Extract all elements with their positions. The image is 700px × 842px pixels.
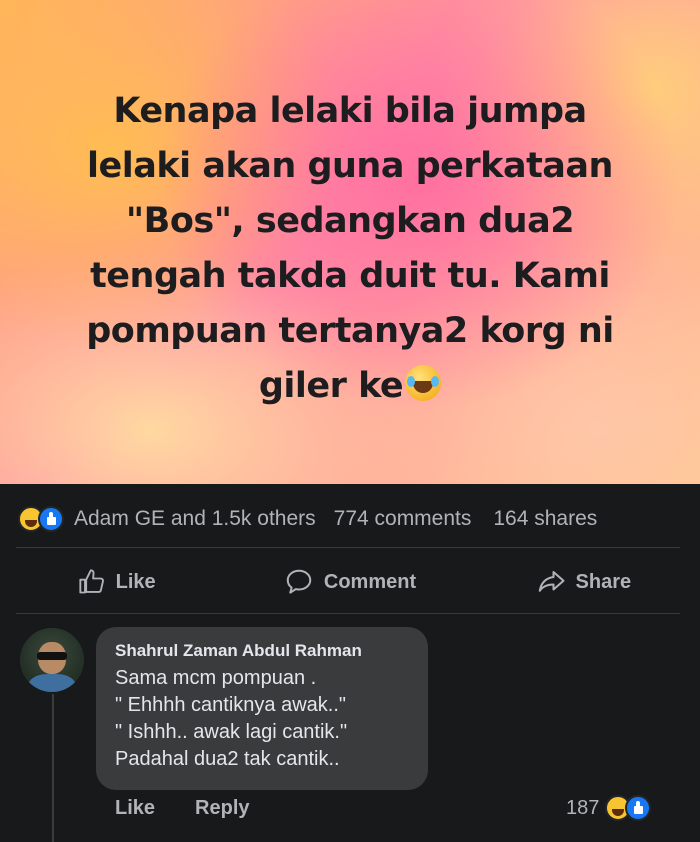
avatar-body	[28, 674, 76, 692]
like-reaction-icon	[625, 795, 652, 821]
shares-count-link[interactable]: 164 shares	[493, 507, 597, 531]
speech-bubble-icon	[286, 569, 312, 594]
comment-line: " Ehhhh cantiknya awak.."	[115, 694, 346, 716]
divider	[16, 613, 680, 614]
comment-like-button[interactable]: Like	[115, 797, 155, 820]
avatar-sunglasses	[37, 652, 67, 660]
like-reaction-icon	[38, 506, 64, 532]
like-button[interactable]: Like	[0, 558, 233, 606]
share-button[interactable]: Share	[467, 558, 700, 606]
reaction-icons[interactable]	[18, 506, 64, 532]
reactions-summary-link[interactable]: Adam GE and 1.5k others	[74, 507, 316, 531]
avatar[interactable]	[20, 628, 84, 692]
share-button-label: Share	[575, 570, 632, 593]
comment-author[interactable]: Shahrul Zaman Abdul Rahman	[115, 641, 409, 661]
post-text-line: "Bos", sedangkan dua2	[125, 201, 575, 241]
post-text-last-line: giler ke	[40, 359, 660, 414]
comment-line: " Ishhh.. awak lagi cantik."	[115, 721, 348, 743]
comment-actions: Like Reply	[115, 797, 290, 820]
comment-line: Sama mcm pompuan .	[115, 667, 317, 689]
thread-line	[52, 694, 54, 842]
comment-button[interactable]: Comment	[233, 558, 466, 606]
comment-reply-button[interactable]: Reply	[195, 797, 249, 820]
comments-count-link[interactable]: 774 comments	[334, 507, 472, 531]
post-action-bar: Like Comment Share	[0, 558, 700, 606]
thumbs-up-icon	[79, 569, 104, 594]
post-text-line: tengah takda duit tu. Kami	[90, 256, 610, 296]
like-button-label: Like	[115, 570, 156, 593]
post-text-line: pompuan tertanya2 korg ni	[86, 311, 614, 351]
comment-reaction-count[interactable]: 187	[566, 795, 652, 821]
comment-button-label: Comment	[323, 570, 417, 593]
post-text-line: giler ke	[258, 366, 404, 406]
share-arrow-icon	[538, 571, 565, 592]
post-text: Kenapa lelaki bila jumpa lelaki akan gun…	[40, 84, 660, 414]
comment-reaction-number: 187	[566, 796, 600, 819]
post-stats-bar: Adam GE and 1.5k others 774 comments 164…	[18, 503, 597, 535]
comment-bubble: Shahrul Zaman Abdul Rahman Sama mcm pomp…	[96, 627, 428, 790]
comment-line: Padahal dua2 tak cantik..	[115, 748, 340, 770]
divider	[16, 547, 680, 548]
post-text-line: lelaki akan guna perkataan	[87, 146, 613, 186]
post-text-line: Kenapa lelaki bila jumpa	[113, 91, 587, 131]
laughing-tears-emoji-icon	[405, 365, 442, 401]
